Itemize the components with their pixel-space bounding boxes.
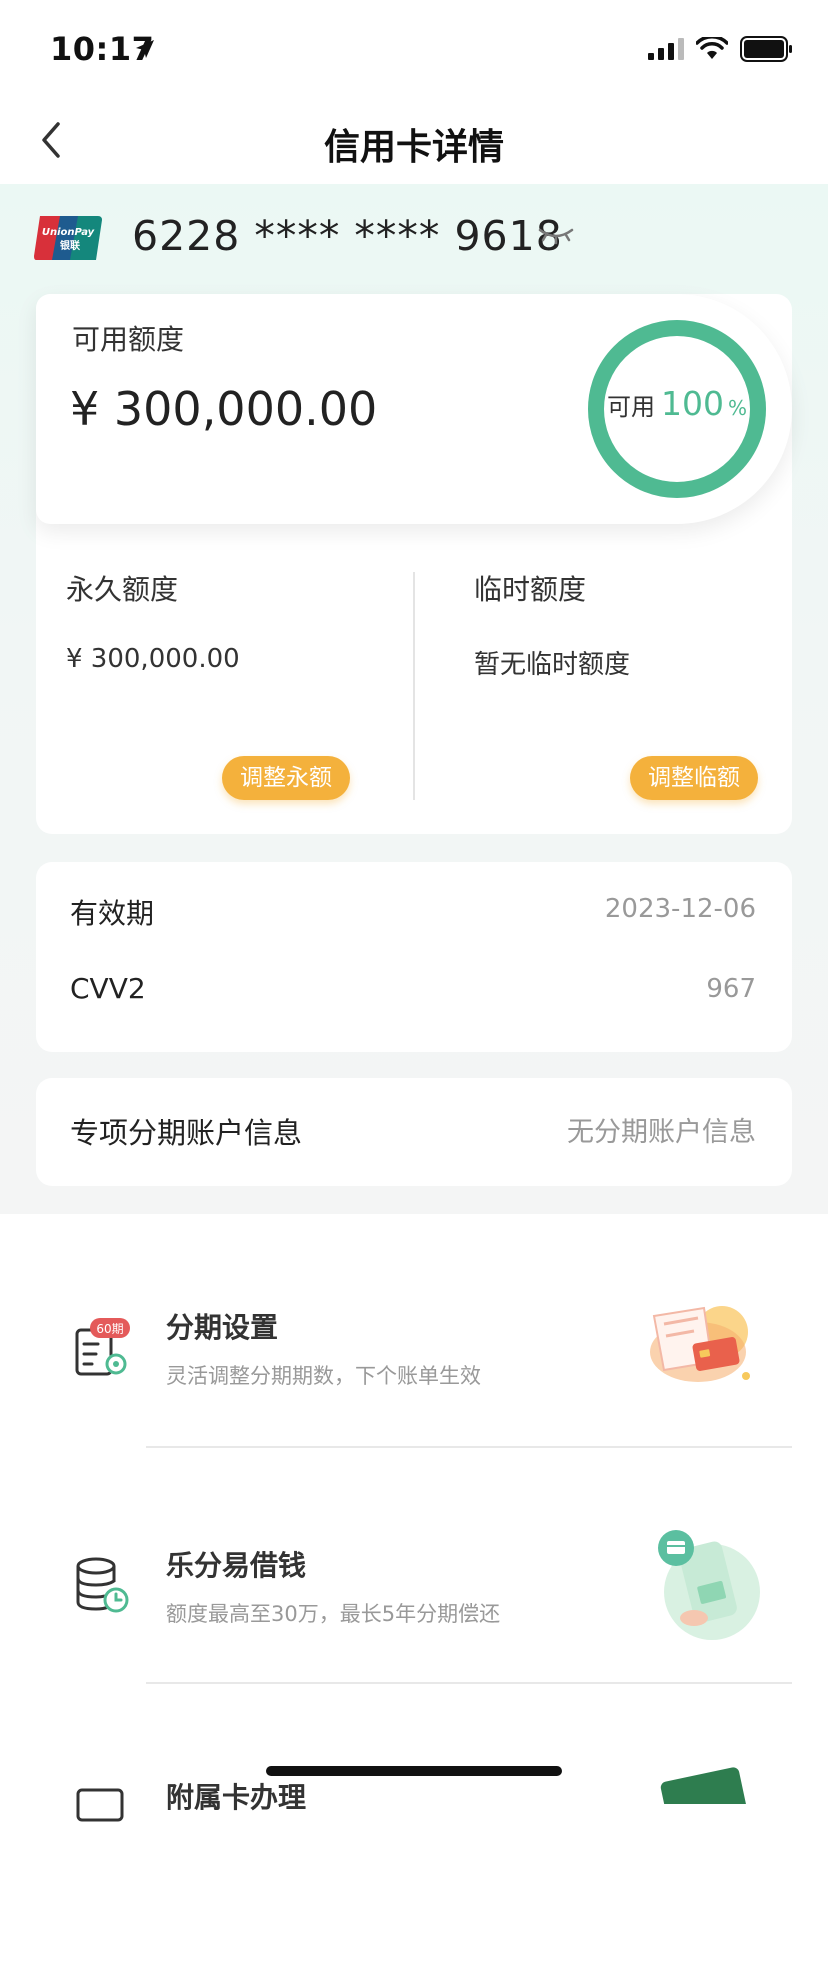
available-limit-panel: 可用额度 ¥ 300,000.00 可用 100% [36, 294, 792, 524]
supplementary-card-icon [76, 1788, 124, 1822]
nav-bar: 信用卡详情 [0, 100, 828, 184]
validity-label: 有效期 [70, 897, 155, 930]
ring-label: 可用 [606, 393, 655, 421]
service-subtitle: 灵活调整分期期数，下个账单生效 [166, 1364, 481, 1388]
adjust-permanent-button[interactable]: 调整永额 [222, 756, 350, 800]
installment-account-row[interactable]: 专项分期账户信息 无分期账户信息 [36, 1078, 792, 1186]
temporary-limit-title: 临时额度 [474, 573, 587, 606]
card-number: 6228 **** **** 9618 [132, 212, 563, 260]
unionpay-logo: UnionPay 银联 [34, 216, 102, 260]
service-item-installment-settings[interactable]: 60期 分期设置 灵活调整分期期数，下个账单生效 [0, 1262, 828, 1498]
service-title: 分期设置 [166, 1311, 279, 1344]
available-limit-label: 可用额度 [72, 323, 185, 356]
temporary-limit-section: 临时额度 暂无临时额度 调整临额 [474, 536, 814, 816]
permanent-limit-value: ¥ 300,000.00 [66, 644, 240, 674]
limit-divider [413, 572, 415, 800]
installment-illustration [650, 1306, 750, 1382]
loan-illustration [658, 1530, 760, 1640]
validity-value: 2023-12-06 [604, 894, 756, 924]
cvv-value: 967 [706, 974, 756, 1004]
ring-unit: % [727, 396, 747, 420]
svg-text:UnionPay: UnionPay [42, 227, 95, 238]
home-indicator[interactable] [266, 1766, 562, 1776]
installment-doc-icon: 60期 [75, 1318, 130, 1376]
card-illustration [660, 1767, 748, 1804]
available-ring: 可用 100% [586, 318, 768, 500]
service-title: 乐分易借钱 [166, 1549, 307, 1582]
available-limit-amount: ¥ 300,000.00 [70, 382, 378, 436]
adjust-temporary-button[interactable]: 调整临额 [630, 756, 758, 800]
temporary-limit-value: 暂无临时额度 [474, 650, 631, 680]
installment-account-label: 专项分期账户信息 [70, 1116, 303, 1150]
service-subtitle: 额度最高至30万，最长5年分期偿还 [166, 1602, 501, 1626]
database-clock-icon [76, 1557, 129, 1613]
service-divider [146, 1682, 792, 1684]
hidden-eye-icon[interactable] [536, 224, 576, 248]
service-title: 附属卡办理 [166, 1781, 307, 1814]
battery-icon [740, 36, 792, 62]
ring-percent: 100 [660, 384, 724, 423]
cvv-label: CVV2 [70, 972, 146, 1005]
location-arrow-icon [136, 40, 154, 58]
card-info-panel: 有效期 2023-12-06 CVV2 967 [36, 862, 792, 1052]
service-item-le-fen-yi[interactable]: 乐分易借钱 额度最高至30万，最长5年分期偿还 [0, 1498, 828, 1734]
page-title: 信用卡详情 [323, 127, 504, 168]
cellular-signal-icon [648, 38, 684, 60]
status-bar: 10:17 [0, 0, 828, 100]
permanent-limit-title: 永久额度 [66, 573, 179, 606]
wifi-icon [696, 37, 728, 59]
permanent-limit-section: 永久额度 ¥ 300,000.00 调整永额 [66, 536, 406, 816]
installment-account-value: 无分期账户信息 [567, 1117, 756, 1148]
ring-text: 可用 100% [586, 384, 768, 423]
service-divider [146, 1446, 792, 1448]
card-number-row: UnionPay 银联 6228 **** **** 9618 [34, 212, 794, 266]
svg-text:银联: 银联 [60, 239, 80, 252]
installment-badge-text: 60期 [96, 1322, 123, 1336]
